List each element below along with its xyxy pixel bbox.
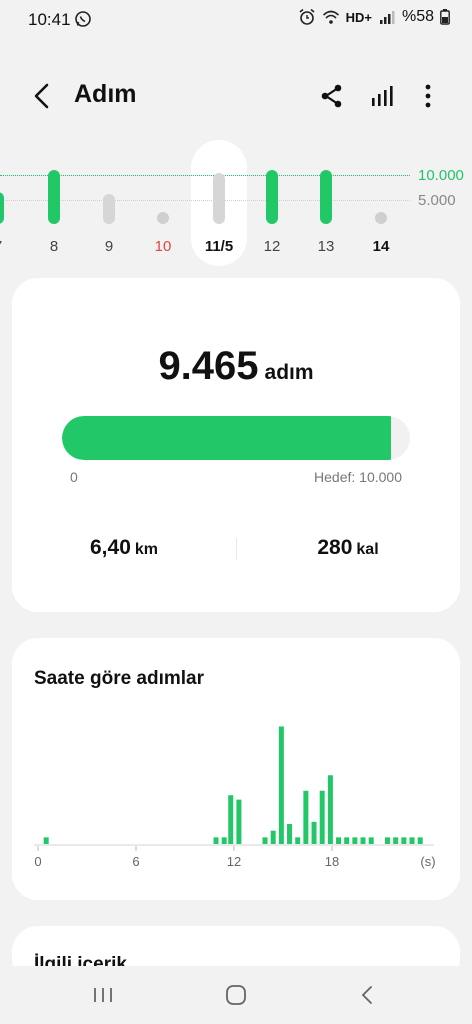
goal-progress-bar bbox=[62, 416, 410, 460]
status-time: 10:41 bbox=[28, 10, 71, 29]
hourly-bar-8 bbox=[287, 824, 293, 844]
network-type-label: HD+ bbox=[345, 9, 372, 25]
hourly-bar-2 bbox=[221, 837, 227, 844]
day-label-7: 14 bbox=[372, 238, 390, 255]
hourly-bar-9 bbox=[295, 837, 301, 844]
hourly-bar-18 bbox=[368, 837, 374, 844]
day-bar-1[interactable] bbox=[48, 170, 60, 224]
wifi-icon bbox=[322, 10, 339, 24]
hourly-bar-21 bbox=[401, 837, 407, 844]
distance-metric: 6,40 km bbox=[12, 536, 236, 560]
day-label-4: 11/5 bbox=[204, 238, 234, 255]
alarm-icon bbox=[299, 8, 315, 25]
goal-label: Hedef: 10.000 bbox=[314, 469, 402, 485]
hourly-bar-10 bbox=[303, 790, 309, 844]
status-bar: 10:41 HD+ %58 bbox=[0, 0, 472, 38]
hourly-x-unit: (s) bbox=[420, 854, 435, 869]
goal-progress-fill bbox=[62, 416, 392, 460]
day-label-1: 8 bbox=[49, 238, 59, 255]
hourly-tick-label-18: 18 bbox=[325, 854, 339, 869]
hourly-bar-11 bbox=[311, 821, 317, 844]
day-label-5: 12 bbox=[263, 238, 281, 255]
goal-line bbox=[0, 175, 410, 176]
daily-steps-strip[interactable]: 10.000 5.000 7 8 9 10 11/5 12 13 14 bbox=[0, 140, 472, 270]
calories-metric: 280 kal bbox=[236, 536, 460, 560]
half-goal-line bbox=[0, 200, 410, 201]
hourly-bar-16 bbox=[352, 837, 358, 844]
steps-summary-card[interactable]: 9.465 adım 0 Hedef: 10.000 6,40 km 280 kal bbox=[12, 278, 460, 612]
day-bar-5[interactable] bbox=[266, 170, 278, 224]
hourly-bar-17 bbox=[360, 837, 366, 844]
half-goal-axis-label: 5.000 bbox=[418, 192, 456, 209]
hourly-bar-19 bbox=[385, 837, 391, 844]
back-icon[interactable] bbox=[26, 80, 58, 112]
steps-total: 9.465 adım bbox=[12, 344, 460, 389]
recent-apps-icon[interactable] bbox=[88, 980, 118, 1010]
hourly-tick-label-12: 12 bbox=[227, 854, 241, 869]
calories-unit: kal bbox=[356, 541, 379, 558]
day-dot-3[interactable] bbox=[157, 212, 169, 224]
hourly-bar-12 bbox=[319, 790, 325, 844]
steps-count: 9.465 bbox=[158, 344, 259, 388]
hourly-bar-13 bbox=[327, 775, 333, 844]
day-bar-4[interactable] bbox=[213, 172, 225, 224]
hourly-tick-label-6: 6 bbox=[132, 854, 139, 869]
hourly-steps-title: Saate göre adımlar bbox=[34, 668, 205, 689]
hourly-steps-card[interactable]: Saate göre adımlar 0 6 12 18 (s) bbox=[12, 638, 460, 900]
hourly-bar-6 bbox=[270, 830, 276, 844]
hourly-bar-7 bbox=[278, 726, 284, 844]
system-nav-bar bbox=[0, 966, 472, 1024]
hourly-steps-chart: 0 6 12 18 (s) bbox=[34, 726, 436, 869]
whatsapp-icon bbox=[75, 11, 91, 27]
day-label-2: 9 bbox=[104, 238, 114, 255]
day-bar-0[interactable] bbox=[0, 191, 4, 224]
battery-percent: %58 bbox=[401, 8, 434, 25]
distance-value: 6,40 bbox=[90, 536, 131, 559]
hourly-bar-3 bbox=[228, 795, 234, 844]
battery-icon bbox=[440, 9, 450, 25]
hourly-bar-22 bbox=[409, 837, 415, 844]
hourly-bar-5 bbox=[262, 837, 268, 844]
home-icon[interactable] bbox=[221, 980, 251, 1010]
steps-unit: adım bbox=[264, 361, 314, 384]
distance-unit: km bbox=[134, 541, 158, 558]
day-bar-6[interactable] bbox=[320, 170, 332, 224]
hourly-bar-20 bbox=[393, 837, 399, 844]
day-bar-2[interactable] bbox=[103, 194, 115, 224]
hourly-tick-label-0: 0 bbox=[34, 854, 41, 869]
share-icon[interactable] bbox=[318, 82, 346, 110]
hourly-bar-1 bbox=[213, 837, 219, 844]
progress-start-label: 0 bbox=[70, 469, 78, 485]
hourly-bar-23 bbox=[417, 837, 423, 844]
stats-icon[interactable] bbox=[368, 82, 396, 110]
hourly-bar-4 bbox=[236, 799, 242, 844]
app-header: Adım bbox=[0, 70, 472, 120]
day-label-0: 7 bbox=[0, 238, 18, 255]
day-label-6: 13 bbox=[317, 238, 335, 255]
signal-icon bbox=[379, 11, 395, 24]
calories-value: 280 bbox=[317, 536, 353, 559]
hourly-bar-0 bbox=[43, 837, 49, 844]
hourly-bar-14 bbox=[336, 837, 342, 844]
day-dot-7[interactable] bbox=[375, 212, 387, 224]
goal-axis-label: 10.000 bbox=[418, 167, 464, 184]
page-title: Adım bbox=[74, 80, 137, 108]
more-options-icon[interactable] bbox=[414, 82, 442, 110]
day-label-3: 10 bbox=[154, 238, 172, 255]
nav-back-icon[interactable] bbox=[352, 980, 382, 1010]
hourly-bar-15 bbox=[344, 837, 350, 844]
